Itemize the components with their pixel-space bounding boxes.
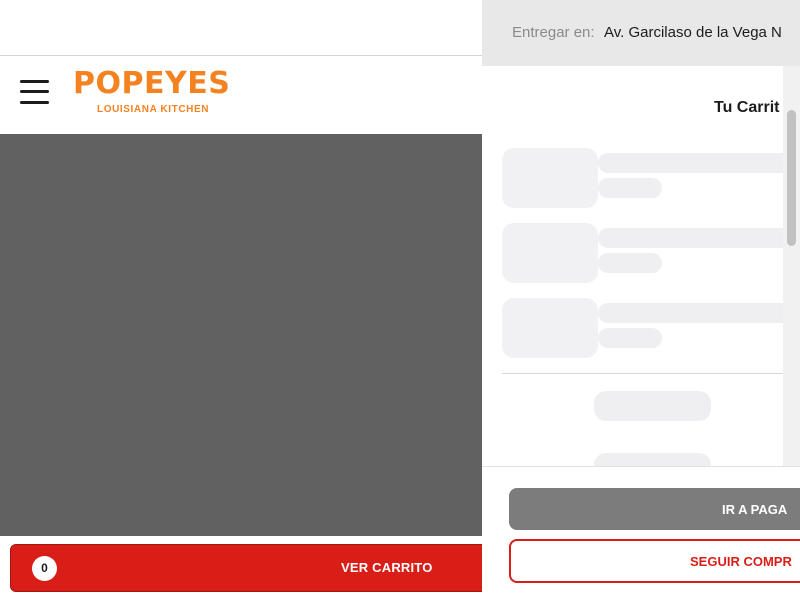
page: POPEYES LOUISIANA KITCHEN 0 VER CARRITO … <box>0 0 800 600</box>
skeleton-line <box>598 253 662 273</box>
skeleton-line <box>598 228 800 248</box>
skeleton-thumbnail <box>502 223 598 283</box>
hamburger-bar <box>20 90 49 93</box>
drawer-scrollbar[interactable] <box>783 66 800 466</box>
skeleton-line <box>598 178 662 198</box>
popeyes-logo[interactable]: POPEYES LOUISIANA KITCHEN <box>73 67 238 117</box>
cart-title: Tu Carrit <box>714 99 780 116</box>
delivery-prefix: Entregar en: <box>512 24 595 41</box>
continue-shopping-button[interactable]: SEGUIR COMPR <box>509 539 800 583</box>
skeleton-thumbnail <box>502 298 598 358</box>
delivery-address: Av. Garcilaso de la Vega N <box>604 24 782 41</box>
skeleton-line <box>598 153 800 173</box>
scrollbar-thumb[interactable] <box>787 110 796 246</box>
skeleton-line <box>598 303 800 323</box>
logo-wordmark: POPEYES <box>73 66 231 101</box>
hamburger-menu-icon[interactable] <box>20 79 49 105</box>
go-to-pay-label: IR A PAGA <box>722 502 788 517</box>
logo-tagline: LOUISIANA KITCHEN <box>97 104 210 115</box>
go-to-pay-button[interactable]: IR A PAGA <box>509 488 800 530</box>
hamburger-bar <box>20 80 49 83</box>
divider <box>502 373 800 374</box>
view-cart-label: VER CARRITO <box>341 560 433 575</box>
cart-count-badge: 0 <box>32 556 57 581</box>
delivery-address-bar[interactable]: Entregar en: Av. Garcilaso de la Vega N <box>482 0 800 66</box>
skeleton-line <box>598 328 662 348</box>
skeleton-pill <box>594 391 711 421</box>
skeleton-thumbnail <box>502 148 598 208</box>
cart-drawer-footer: IR A PAGA SEGUIR COMPR <box>482 466 800 600</box>
cart-drawer: Entregar en: Av. Garcilaso de la Vega N … <box>482 0 800 600</box>
continue-shopping-label: SEGUIR COMPR <box>690 554 792 569</box>
hamburger-bar <box>20 101 49 104</box>
